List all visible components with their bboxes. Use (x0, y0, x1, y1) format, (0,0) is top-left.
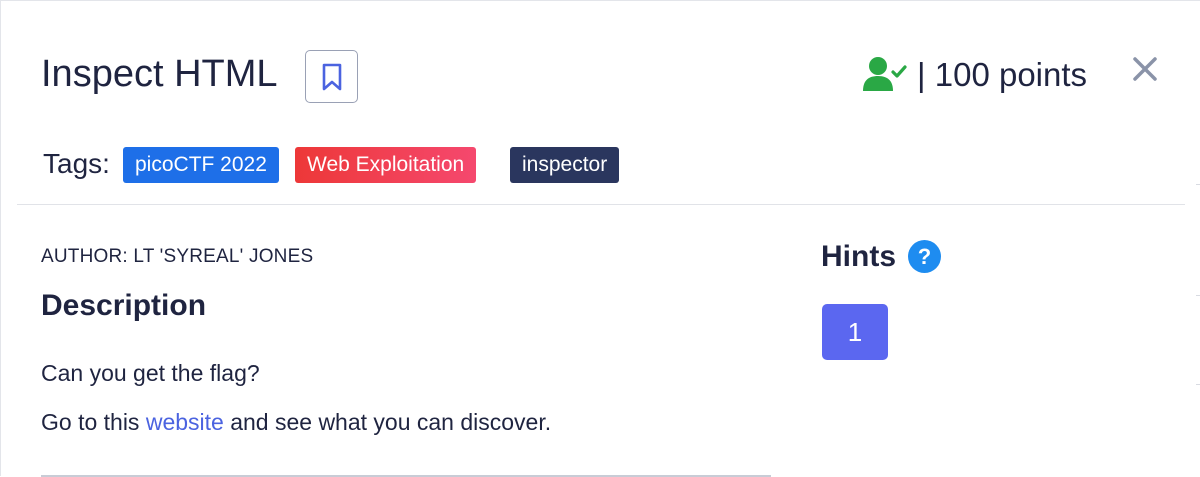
edge-mark (1196, 184, 1200, 185)
bookmark-button[interactable] (305, 50, 358, 103)
description-prefix: Go to this (41, 409, 146, 435)
points-label: | 100 points (917, 56, 1088, 93)
description-heading: Description (41, 289, 207, 322)
close-button[interactable] (1129, 53, 1161, 85)
user-check-icon (863, 57, 907, 91)
hints-heading: Hints (821, 240, 896, 273)
edge-mark (1196, 295, 1200, 296)
header-divider (17, 204, 1185, 205)
description-line-1: Can you get the flag? (41, 360, 260, 386)
challenge-title: Inspect HTML (41, 53, 278, 95)
tag-web-exploitation[interactable]: Web Exploitation (295, 147, 477, 183)
hints-help-icon[interactable]: ? (908, 240, 941, 273)
challenge-modal: Inspect HTML | 100 points Tags: picoCTF … (0, 0, 1200, 477)
hint-button-1[interactable]: 1 (822, 304, 888, 360)
description-line-2: Go to this website and see what you can … (41, 405, 551, 439)
description-suffix: and see what you can discover. (223, 409, 552, 435)
bookmark-icon (322, 63, 341, 90)
edge-mark (1196, 384, 1200, 385)
close-icon (1133, 57, 1157, 81)
tag-picoctf-2022[interactable]: picoCTF 2022 (123, 147, 279, 183)
author-label: AUTHOR: LT 'SYREAL' JONES (41, 246, 314, 267)
website-link[interactable]: website (146, 409, 224, 435)
tags-label: Tags: (43, 148, 110, 179)
tag-inspector[interactable]: inspector (510, 147, 620, 183)
